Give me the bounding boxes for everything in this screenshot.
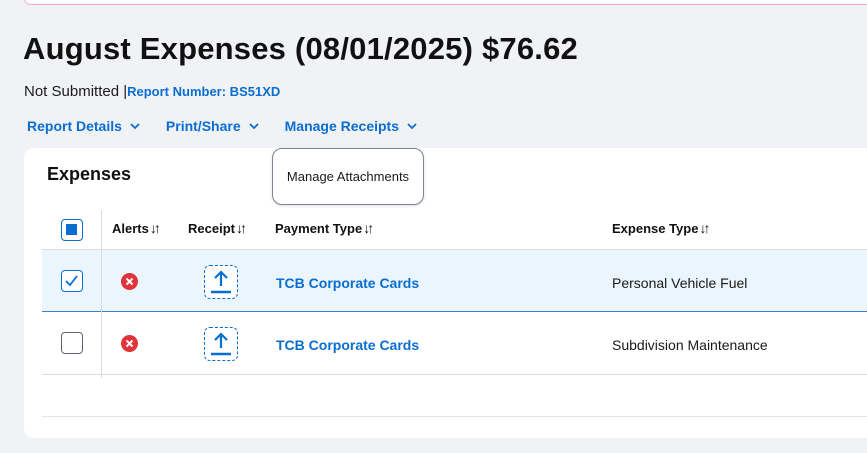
status-text: Not Submitted [24,83,120,100]
column-divider [101,210,102,378]
upload-receipt-button[interactable] [204,265,238,299]
report-details-label: Report Details [27,118,122,134]
error-icon[interactable] [121,335,138,352]
receipt-header-label: Receipt [188,220,235,236]
alerts-column-header[interactable]: Alerts ↓↑ [112,220,161,236]
payment-type-header-label: Payment Type [275,220,363,236]
expense-type-header-label: Expense Type [612,220,699,236]
page-title: August Expenses (08/01/2025) $76.62 [23,31,578,66]
expense-type: Subdivision Maintenance [612,337,768,353]
row-checkbox[interactable] [61,270,83,292]
report-number: Report Number: BS51XD [127,84,281,99]
manage-receipts-menu[interactable]: Manage Receipts [285,118,417,134]
alerts-header-label: Alerts [112,220,149,236]
print-share-menu[interactable]: Print/Share [166,118,259,134]
sort-icon: ↓↑ [149,220,161,236]
manage-receipts-label: Manage Receipts [284,118,399,134]
receipt-column-header[interactable]: Receipt ↓↑ [188,220,247,236]
table-footer-divider [42,416,867,417]
report-status-line: Not Submitted |Report Number: BS51XD [24,83,280,100]
table-row[interactable]: TCB Corporate Cards Personal Vehicle Fue… [42,249,867,312]
error-icon[interactable] [121,273,138,290]
expenses-title: Expenses [47,164,132,184]
report-nav: Report Details Print/Share Manage Receip… [27,118,417,134]
print-share-label: Print/Share [165,118,241,134]
select-all-checkbox[interactable] [61,219,83,241]
expense-type-column-header[interactable]: Expense Type ↓↑ [612,220,710,236]
row-checkbox[interactable] [61,332,83,354]
sort-icon: ↓↑ [699,220,710,236]
manage-attachments-option[interactable]: Manage Attachments [272,148,424,205]
upload-icon [211,332,231,356]
report-details-menu[interactable]: Report Details [27,118,140,134]
payment-type-link[interactable]: TCB Corporate Cards [276,337,419,353]
upload-receipt-button[interactable] [204,327,238,361]
table-row[interactable]: TCB Corporate Cards Subdivision Maintena… [42,312,867,375]
manage-attachments-label: Manage Attachments [286,169,410,184]
chevron-down-icon [407,123,417,130]
payment-type-link[interactable]: TCB Corporate Cards [276,275,419,291]
payment-type-column-header[interactable]: Payment Type ↓↑ [275,220,374,236]
upload-icon [211,270,231,294]
chevron-down-icon [248,123,259,130]
chevron-down-icon [130,123,140,130]
sort-icon: ↓↑ [363,220,374,236]
table-header: Alerts ↓↑ Receipt ↓↑ Payment Type ↓↑ Expens… [42,206,867,250]
expense-type: Personal Vehicle Fuel [612,275,748,291]
expenses-table: Alerts ↓↑ Receipt ↓↑ Payment Type ↓↑ Expens… [42,206,867,378]
notification-banner [24,0,867,5]
sort-icon: ↓↑ [235,220,247,236]
checkmark-icon [65,275,78,287]
